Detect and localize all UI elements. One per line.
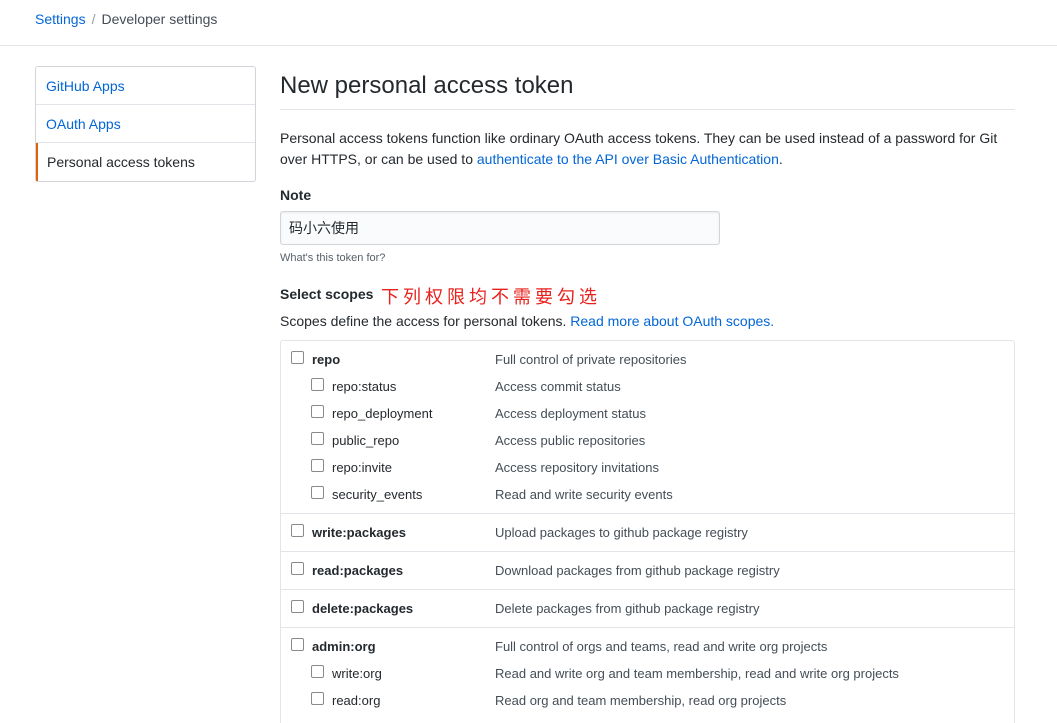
scope-name: read:packages [312, 563, 404, 578]
scope-name: repo_deployment [332, 406, 433, 421]
scope-row: write:packages Upload packages to github … [281, 514, 1014, 541]
scope-name: delete:packages [312, 601, 414, 616]
scope-group: write:packages Upload packages to github … [281, 514, 1014, 552]
scopes-description: Scopes define the access for personal to… [280, 313, 774, 329]
oauth-scopes-link[interactable]: Read more about OAuth scopes. [570, 313, 774, 329]
scopes-desc-text: Scopes define the access for personal to… [280, 313, 571, 329]
note-hint: What's this token for? [280, 252, 386, 264]
basic-auth-link[interactable]: authenticate to the API over Basic Authe… [477, 151, 779, 167]
scope-checkbox[interactable] [311, 665, 324, 678]
scope-name: security_events [332, 487, 423, 502]
scope-description: Full control of orgs and teams, read and… [495, 639, 828, 654]
scope-group: read:packages Download packages from gith… [281, 552, 1014, 590]
scope-description: Access repository invitations [495, 460, 660, 475]
page-title: New personal access token [280, 72, 574, 99]
intro-end: . [778, 151, 783, 167]
scope-name: write:packages [312, 525, 406, 540]
scope-name: public_repo [332, 433, 400, 448]
breadcrumb-current: Developer settings [101, 11, 218, 27]
scope-row: admin:org Full control of orgs and teams,… [281, 628, 1014, 655]
scope-description: Access commit status [495, 379, 621, 394]
scope-checkbox[interactable] [291, 524, 304, 537]
breadcrumb-settings-link[interactable]: Settings [35, 11, 86, 27]
scope-description: Access public repositories [495, 433, 646, 448]
scope-checkbox[interactable] [291, 351, 304, 364]
scope-description: Access deployment status [495, 406, 647, 421]
sidebar-item-github-apps[interactable]: GitHub Apps [36, 67, 255, 105]
note-label: Note [280, 187, 312, 203]
note-input[interactable] [280, 211, 720, 245]
scope-name: repo [312, 352, 341, 367]
sidebar-item-personal-access-tokens[interactable]: Personal access tokens [36, 143, 255, 181]
scope-description: Delete packages from github package regi… [495, 601, 760, 616]
scope-name: repo:status [332, 379, 397, 394]
scope-checkbox[interactable] [311, 486, 324, 499]
scope-checkbox[interactable] [311, 692, 324, 705]
scope-row: read:packages Download packages from gith… [281, 552, 1014, 579]
scope-child-row: write:org Read and write org and team mem… [281, 655, 1014, 682]
settings-sidebar: GitHub Apps OAuth Apps Personal access t… [35, 66, 256, 182]
intro-paragraph: Personal access tokens function like ord… [280, 128, 1020, 170]
scope-checkbox[interactable] [311, 405, 324, 418]
scope-description: Download packages from github package re… [495, 563, 780, 578]
scope-child-row: repo_deployment Access deployment status [281, 395, 1014, 422]
sidebar-item-oauth-apps[interactable]: OAuth Apps [36, 105, 255, 143]
scope-description: Read and write org and team membership, … [495, 666, 899, 681]
annotation-text: 下列权限均不需要勾选 [381, 287, 601, 308]
scopes-label: Select scopes [280, 286, 374, 302]
breadcrumb-separator: / [91, 11, 96, 27]
scope-description: Read and write security events [495, 487, 673, 502]
title-divider [280, 109, 1015, 110]
scope-child-row: security_events Read and write security e… [281, 476, 1014, 503]
scope-checkbox[interactable] [291, 600, 304, 613]
scope-child-row: repo:status Access commit status [281, 368, 1014, 395]
scope-child-row: repo:invite Access repository invitations [281, 449, 1014, 476]
scope-checkbox[interactable] [311, 432, 324, 445]
scope-description: Read org and team membership, read org p… [495, 693, 787, 708]
scope-name: admin:org [312, 639, 376, 654]
scopes-list: repo Full control of private repositories… [280, 340, 1015, 723]
scope-name: write:org [332, 666, 382, 681]
scope-name: read:org [332, 693, 381, 708]
scope-group: repo Full control of private repositories… [281, 341, 1014, 514]
scope-child-row: public_repo Access public repositories [281, 422, 1014, 449]
scope-description: Full control of private repositories [495, 352, 687, 367]
scope-row: repo Full control of private repositories [281, 341, 1014, 368]
scope-checkbox[interactable] [311, 378, 324, 391]
scope-checkbox[interactable] [291, 638, 304, 651]
top-bar: Settings / Developer settings [0, 0, 1057, 46]
scope-name: repo:invite [332, 460, 392, 475]
breadcrumb: Settings / Developer settings [35, 11, 217, 27]
scope-checkbox[interactable] [311, 459, 324, 472]
scope-row: delete:packages Delete packages from gith… [281, 590, 1014, 617]
scope-group: delete:packages Delete packages from gith… [281, 590, 1014, 628]
scope-group: admin:org Full control of orgs and teams,… [281, 628, 1014, 723]
scope-description: Upload packages to github package regist… [495, 525, 748, 540]
scope-checkbox[interactable] [291, 562, 304, 575]
scope-child-row: read:org Read org and team membership, re… [281, 682, 1014, 709]
